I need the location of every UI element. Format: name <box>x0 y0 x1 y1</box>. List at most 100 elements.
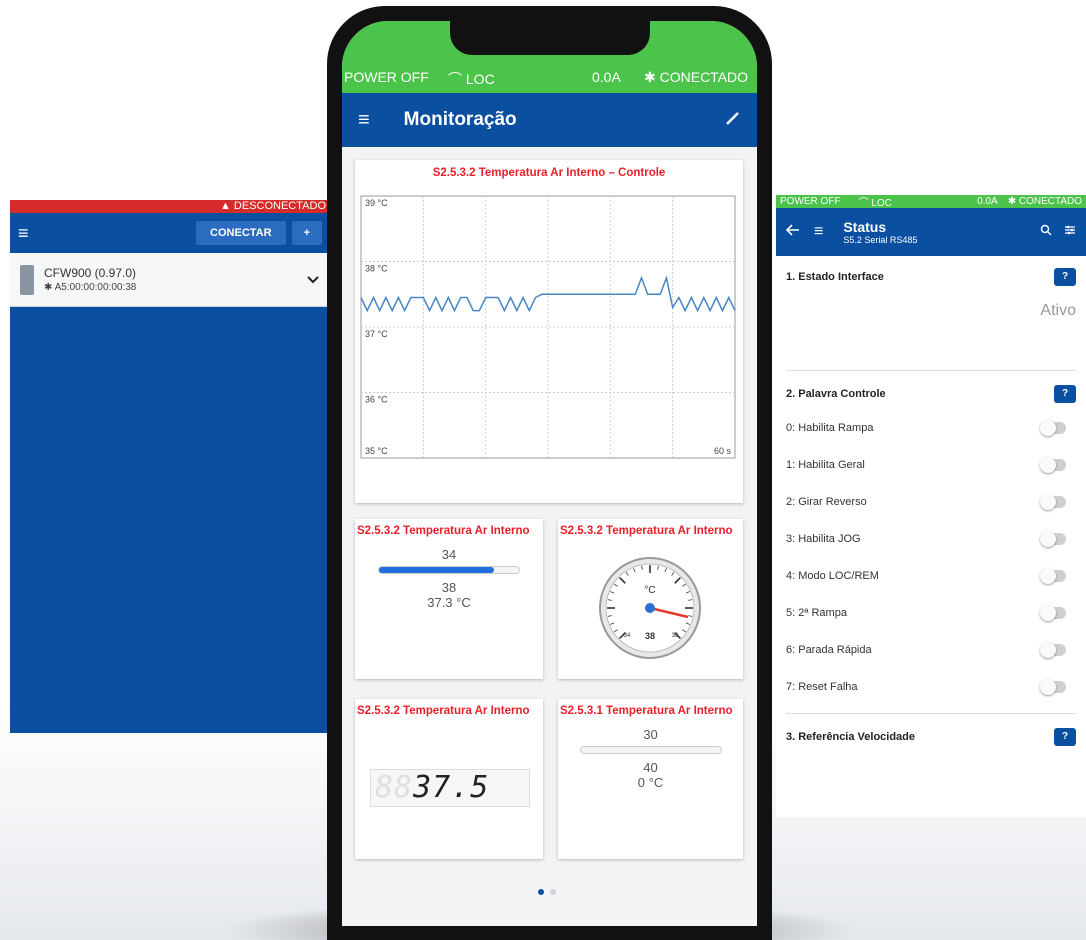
menu-icon[interactable]: ≡ <box>18 223 29 244</box>
control-bit-row: 1: Habilita Geral <box>786 446 1076 483</box>
toggle-switch[interactable] <box>1040 678 1066 695</box>
gauge-min-label: 34 <box>624 633 631 639</box>
control-bit-label: 5: 2ª Rampa <box>786 606 847 619</box>
app-bar: ≡ Monitoração <box>342 93 757 147</box>
app-bar: ≡ CONECTAR + <box>10 213 330 253</box>
card-title: S2.5.3.1 Temperatura Ar Interno <box>560 705 733 717</box>
toggle-switch[interactable] <box>1040 419 1066 436</box>
right-screen: POWER OFF ⌒ LOC 0.0A ✱ CONECTADO ≡ Statu… <box>776 195 1086 817</box>
control-bit-row: 6: Parada Rápida <box>786 631 1076 668</box>
display-inactive-digits: 88 <box>375 770 414 805</box>
edit-icon[interactable] <box>725 110 741 131</box>
bar-track <box>378 566 520 574</box>
toggle-switch[interactable] <box>1040 530 1066 547</box>
phone-screen: POWER OFF ⌒ LOC 0.0A ✱ CONECTADO ≡ Monit… <box>342 21 757 926</box>
control-bit-label: 7: Reset Falha <box>786 680 858 693</box>
control-bit-row: 4: Modo LOC/REM <box>786 557 1076 594</box>
dial-gauge-card[interactable]: S2.5.3.2 Temperatura Ar Interno °C 38 34… <box>558 519 743 679</box>
control-bit-label: 6: Parada Rápida <box>786 643 872 656</box>
status-bar: POWER OFF ⌒ LOC 0.0A ✱ CONECTADO <box>776 195 1086 209</box>
card-title: S2.5.3.2 Temperatura Ar Interno <box>357 525 530 537</box>
control-bit-row: 5: 2ª Rampa <box>786 594 1076 631</box>
loc-status: ⌒ LOC <box>448 71 495 87</box>
connection-status: ✱ CONECTADO <box>644 69 749 85</box>
control-bit-label: 4: Modo LOC/REM <box>786 569 879 582</box>
phone-frame: POWER OFF ⌒ LOC 0.0A ✱ CONECTADO ≡ Monit… <box>327 6 772 940</box>
bar-min-label: 34 <box>441 547 457 562</box>
page-dot-active[interactable] <box>538 889 544 895</box>
phone-notch <box>450 21 650 55</box>
gauge-max-label: 38 <box>672 633 679 639</box>
gauge-readout: 38 <box>645 631 655 641</box>
bar-track <box>579 746 722 754</box>
current-status: 0.0A <box>592 69 621 85</box>
line-chart: 39 °C 38 °C 37 °C 36 °C 35 °C 60 s <box>360 195 736 459</box>
y-tick-label: 39 °C <box>365 198 388 208</box>
page-title: Monitoração <box>403 109 517 130</box>
filter-icon[interactable] <box>1064 223 1076 241</box>
help-button[interactable]: ? <box>1054 728 1076 746</box>
section-heading: 1. Estado Interface <box>786 271 884 283</box>
seven-segment-display: 8837.5 <box>370 769 530 807</box>
section-control-word: 2. Palavra Controle ? 0: Habilita Rampa 1… <box>776 371 1086 714</box>
monitor-dashboard: S2.5.3.2 Temperatura Ar Interno – Contro… <box>342 147 757 926</box>
card-title: S2.5.3.2 Temperatura Ar Interno <box>560 525 733 537</box>
status-bar: ▲ DESCONECTADO <box>10 200 330 213</box>
bar-max-label: 38 <box>441 580 457 595</box>
current-status: 0.0A <box>977 196 998 207</box>
back-arrow-icon[interactable] <box>785 223 800 241</box>
power-status: POWER OFF <box>344 69 429 85</box>
y-tick-label: 38 °C <box>365 264 388 274</box>
device-address: ✱ A5:00:00:00:00:38 <box>44 282 137 293</box>
search-icon[interactable] <box>1040 223 1052 241</box>
interface-state-value: Ativo <box>1040 302 1076 319</box>
chevron-down-icon[interactable] <box>306 272 320 288</box>
toggle-switch[interactable] <box>1040 604 1066 621</box>
control-bit-label: 0: Habilita Rampa <box>786 421 874 434</box>
card-title: S2.5.3.2 Temperatura Ar Interno <box>357 705 530 717</box>
help-button[interactable]: ? <box>1054 268 1076 286</box>
page-indicator[interactable] <box>538 889 556 895</box>
control-bit-row: 3: Habilita JOG <box>786 520 1076 557</box>
bar-value: 37.3 °C <box>427 595 471 610</box>
power-status: POWER OFF <box>780 196 841 207</box>
x-axis-label: 60 s <box>714 446 732 456</box>
y-tick-label: 37 °C <box>365 329 388 339</box>
digital-display-card[interactable]: S2.5.3.2 Temperatura Ar Interno 8837.5 <box>355 699 543 859</box>
page-title: Status <box>843 219 887 235</box>
device-list-item[interactable]: CFW900 (0.97.0) ✱ A5:00:00:00:00:38 <box>10 253 330 307</box>
bar-min-label: 30 <box>643 727 658 742</box>
section-heading: 3. Referência Velocidade <box>786 731 916 743</box>
bar-gauge-card[interactable]: S2.5.3.2 Temperatura Ar Interno 34 38 37… <box>355 519 543 679</box>
control-bit-label: 3: Habilita JOG <box>786 532 861 545</box>
y-tick-label: 36 °C <box>365 395 388 405</box>
menu-icon[interactable]: ≡ <box>358 109 370 132</box>
drive-icon <box>20 264 34 295</box>
connection-status: ✱ CONECTADO <box>1007 196 1082 207</box>
dial-gauge: °C 38 34 38 <box>599 557 701 659</box>
toggle-switch[interactable] <box>1040 641 1066 658</box>
y-tick-label: 35 °C <box>365 446 388 456</box>
page-dot[interactable] <box>550 889 556 895</box>
add-device-button[interactable]: + <box>291 221 322 245</box>
control-bit-row: 7: Reset Falha <box>786 668 1076 705</box>
chart-card[interactable]: S2.5.3.2 Temperatura Ar Interno – Contro… <box>355 160 743 503</box>
help-button[interactable]: ? <box>1054 385 1076 403</box>
app-bar: ≡ Status S5.2 Serial RS485 <box>776 208 1086 256</box>
control-bit-row: 2: Girar Reverso <box>786 483 1076 520</box>
device-name: CFW900 (0.97.0) <box>44 266 137 280</box>
loc-status: ⌒ LOC <box>858 198 892 209</box>
page-subtitle: S5.2 Serial RS485 <box>843 235 918 245</box>
bar-max-label: 40 <box>643 760 658 775</box>
bar-fill <box>379 567 494 573</box>
bar-gauge-card[interactable]: S2.5.3.1 Temperatura Ar Interno 30 40 0 … <box>558 699 743 859</box>
menu-icon[interactable]: ≡ <box>814 223 823 241</box>
control-bit-row: 0: Habilita Rampa <box>786 409 1076 446</box>
section-speed-reference: 3. Referência Velocidade ? <box>776 714 1086 746</box>
toggle-switch[interactable] <box>1040 493 1066 510</box>
toggle-switch[interactable] <box>1040 456 1066 473</box>
toggle-switch[interactable] <box>1040 567 1066 584</box>
section-interface-state: 1. Estado Interface ? Ativo <box>776 256 1086 371</box>
section-heading: 2. Palavra Controle <box>786 388 886 400</box>
connect-button[interactable]: CONECTAR <box>196 221 286 245</box>
